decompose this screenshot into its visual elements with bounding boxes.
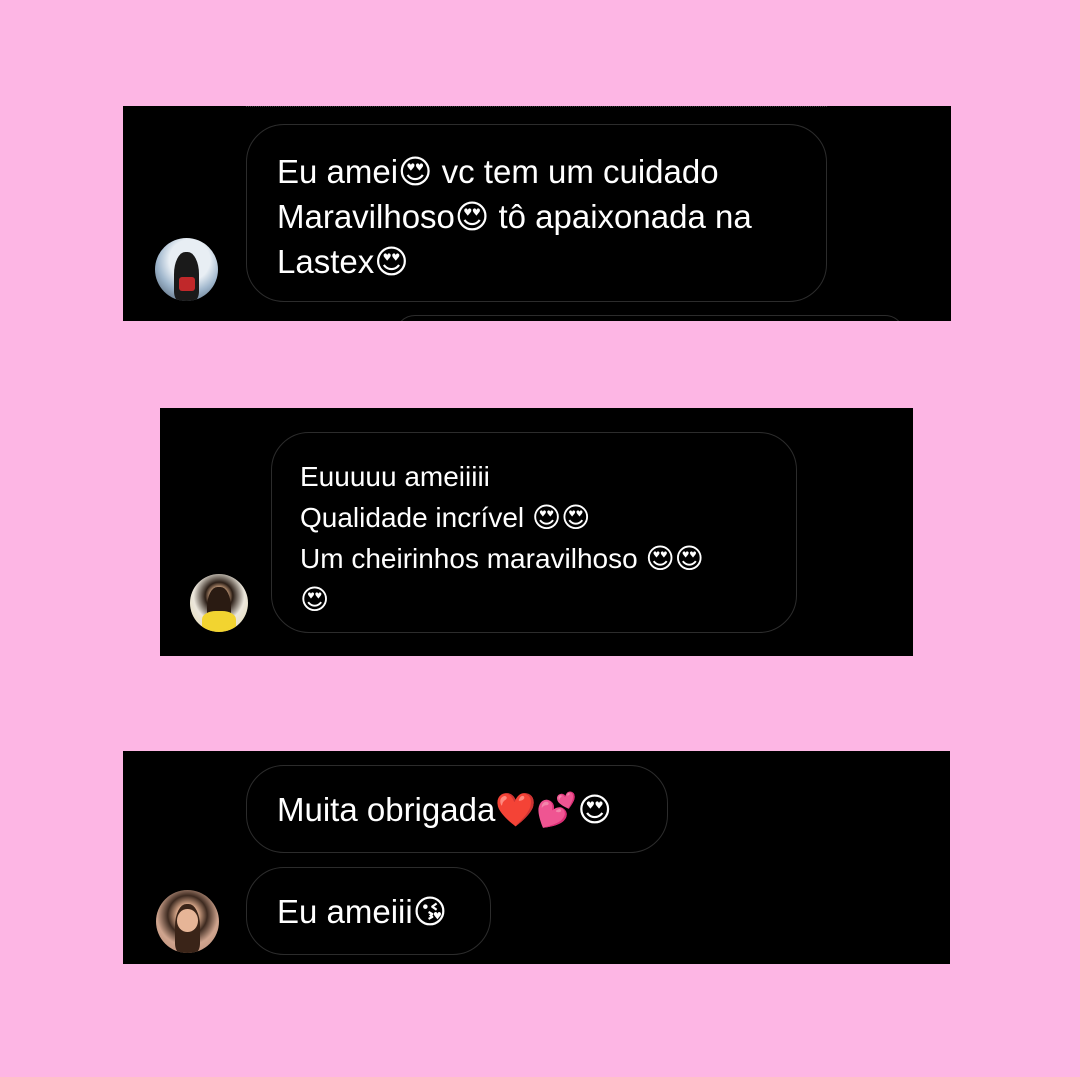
message-text: Eu ameiii😘	[277, 893, 448, 930]
message-text: Muita obrigada❤️💕😍	[277, 791, 612, 828]
chat-screenshot-3: Muita obrigada❤️💕😍 Eu ameiii😘	[123, 751, 950, 964]
chat-screenshot-2: Euuuuu ameiiiii Qualidade incrível 😍😍 Um…	[160, 408, 913, 656]
message-text: Eu amei😍 vc tem um cuidado Maravilhoso😍 …	[277, 153, 752, 280]
cropped-previous-message	[246, 106, 827, 107]
chat-screenshot-1: Eu amei😍 vc tem um cuidado Maravilhoso😍 …	[123, 106, 951, 321]
avatar-photo-detail	[201, 611, 237, 632]
user-avatar[interactable]	[156, 890, 219, 953]
message-bubble[interactable]: Muita obrigada❤️💕😍	[246, 765, 668, 853]
message-bubble[interactable]: Euuuuu ameiiiii Qualidade incrível 😍😍 Um…	[271, 432, 797, 633]
cropped-next-message	[395, 315, 905, 321]
user-avatar[interactable]	[190, 574, 248, 632]
message-text: Euuuuu ameiiiii Qualidade incrível 😍😍 Um…	[300, 461, 704, 615]
message-bubble[interactable]: Eu amei😍 vc tem um cuidado Maravilhoso😍 …	[246, 124, 827, 302]
user-avatar[interactable]	[155, 238, 218, 301]
message-bubble[interactable]: Eu ameiii😘	[246, 867, 491, 955]
avatar-photo-detail	[177, 908, 198, 932]
avatar-photo-detail	[178, 277, 196, 291]
